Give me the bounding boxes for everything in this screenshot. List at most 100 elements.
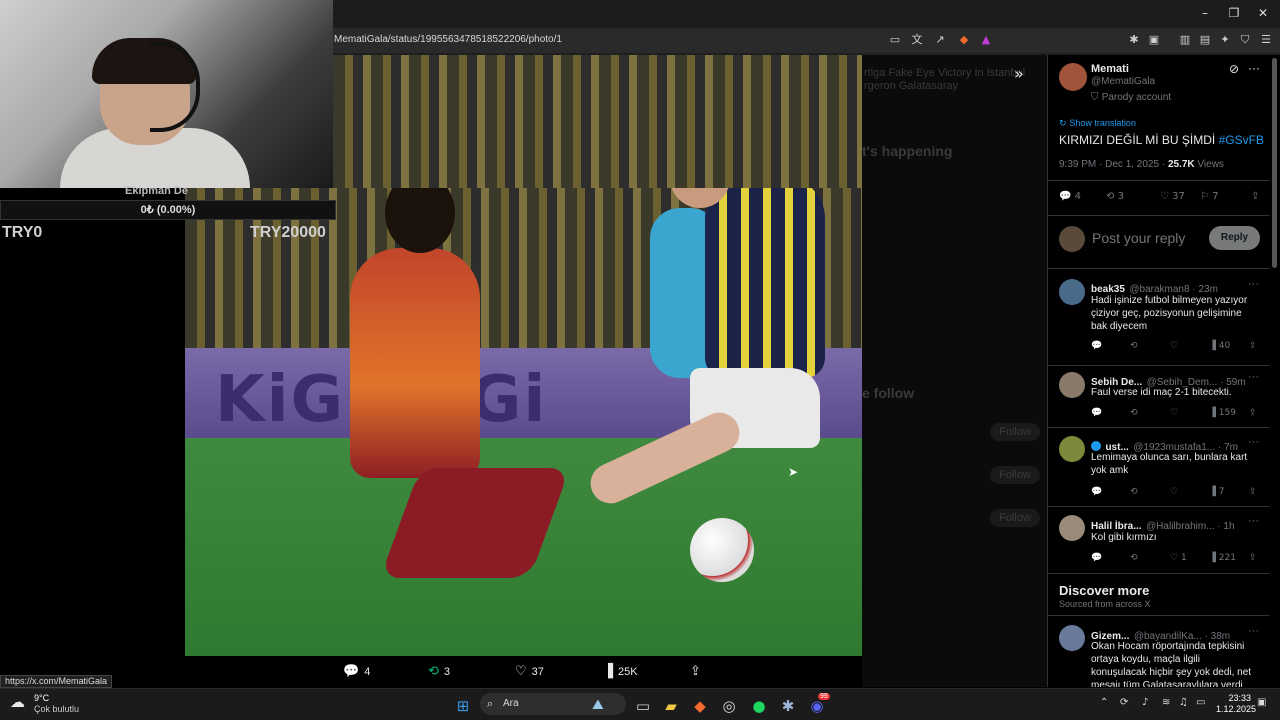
- spotify-icon[interactable]: ●: [749, 696, 769, 716]
- more-options-icon[interactable]: ···: [1248, 278, 1259, 290]
- repost-icon[interactable]: ⟲: [1130, 408, 1138, 418]
- views-button[interactable]: ▐ 7: [1209, 487, 1225, 497]
- reply-icon[interactable]: 💬: [1091, 553, 1102, 563]
- like-button[interactable]: ♡ 1: [1170, 553, 1187, 563]
- tray-app-icon[interactable]: ⟳: [1120, 697, 1128, 708]
- weather-icon[interactable]: ☁: [10, 693, 25, 711]
- more-options-icon[interactable]: ···: [1248, 61, 1260, 75]
- views-button[interactable]: ▐ 221: [1209, 553, 1236, 563]
- reply-button[interactable]: Reply: [1209, 226, 1260, 250]
- app-icon[interactable]: ✱: [778, 696, 798, 716]
- cast-icon[interactable]: ▭: [887, 32, 903, 48]
- file-explorer-icon[interactable]: ▰: [661, 696, 681, 716]
- repost-button[interactable]: ⟲ 3: [1106, 191, 1124, 202]
- brave-rewards-icon[interactable]: ▲: [978, 32, 994, 48]
- more-options-icon[interactable]: ···: [1248, 436, 1259, 448]
- repost-icon[interactable]: ⟲: [1130, 553, 1138, 563]
- author-name[interactable]: Memati: [1091, 63, 1129, 75]
- steam-icon[interactable]: ◎: [719, 696, 739, 716]
- avatar[interactable]: [1059, 372, 1085, 398]
- more-options-icon[interactable]: ···: [1248, 625, 1259, 637]
- wifi-icon[interactable]: ≋: [1162, 697, 1170, 708]
- list-item[interactable]: ust... @1923mustafa1... · 7m ··· Lemimay…: [1048, 428, 1269, 503]
- more-options-icon[interactable]: ···: [1248, 515, 1259, 527]
- weather-temp[interactable]: 9°C: [34, 693, 49, 703]
- collapse-panel-icon[interactable]: »: [1014, 64, 1024, 83]
- heart-icon[interactable]: ♡: [1170, 341, 1178, 351]
- wallet-icon[interactable]: ▤: [1197, 32, 1213, 48]
- task-view-icon[interactable]: ▭: [633, 696, 653, 716]
- url-text[interactable]: MematiGala/status/1995563478518522206/ph…: [334, 34, 562, 45]
- reply-input[interactable]: Post your reply: [1092, 230, 1185, 246]
- minimize-icon[interactable]: –: [1195, 5, 1215, 21]
- photo-views-count: 25K: [618, 666, 638, 678]
- tab-manager-icon[interactable]: ▣: [1146, 32, 1162, 48]
- repost-icon[interactable]: ⟲: [1130, 487, 1138, 497]
- maximize-icon[interactable]: ❐: [1224, 5, 1244, 21]
- ai-icon[interactable]: ✦: [1217, 32, 1233, 48]
- avatar[interactable]: [1059, 515, 1085, 541]
- views-button[interactable]: ▐ 159: [1209, 408, 1236, 418]
- photo-views-button[interactable]: ▐ 25K: [603, 664, 638, 679]
- vpn-icon[interactable]: ⛉: [1237, 32, 1253, 48]
- hashtag-link[interactable]: #GSvFB: [1219, 133, 1264, 147]
- avatar[interactable]: [1059, 625, 1085, 651]
- photo-repost-button[interactable]: ⟲ 3: [428, 664, 450, 679]
- more-options-icon[interactable]: ···: [1248, 371, 1259, 383]
- share-icon[interactable]: ↗: [932, 32, 948, 48]
- extensions-icon[interactable]: ✱: [1126, 32, 1142, 48]
- reply-text: Hadi işinize futbol bilmeyen yazıyor çiz…: [1091, 295, 1248, 332]
- microphone-icon[interactable]: ♪: [1142, 697, 1148, 708]
- list-item[interactable]: Halil İbra... @Halilbrahim... · 1h ··· K…: [1048, 507, 1269, 567]
- share-icon[interactable]: ⇪: [1249, 487, 1257, 497]
- heart-icon[interactable]: ♡: [1170, 487, 1178, 497]
- list-item[interactable]: Sebih De... @Sebih_Dem... · 59m ··· Faul…: [1048, 366, 1269, 426]
- sidebar-icon[interactable]: ▥: [1177, 32, 1193, 48]
- photo-reply-button[interactable]: 💬 4: [343, 664, 370, 679]
- volume-icon[interactable]: ♫: [1179, 697, 1188, 708]
- bookmark-button[interactable]: ⚐ 7: [1200, 191, 1219, 202]
- author-handle[interactable]: @MematiGala: [1091, 76, 1155, 87]
- grok-icon[interactable]: ⊘: [1229, 62, 1239, 76]
- heart-icon[interactable]: ♡: [1170, 408, 1178, 418]
- share-icon[interactable]: ⇪: [1249, 553, 1257, 563]
- notification-icon[interactable]: ▣: [1257, 697, 1266, 708]
- battery-icon[interactable]: ▭: [1196, 697, 1205, 708]
- repost-icon[interactable]: ⟲: [1130, 341, 1138, 351]
- avatar[interactable]: [1059, 63, 1087, 91]
- close-icon[interactable]: ✕: [1253, 5, 1273, 21]
- taskbar-search[interactable]: [480, 693, 626, 715]
- views-button[interactable]: ▐ 40: [1209, 341, 1230, 351]
- photo-like-button[interactable]: ♡ 37: [515, 664, 544, 679]
- list-item[interactable]: Gizem... @bayandilKa... · 38m ··· Okan H…: [1048, 616, 1269, 687]
- clock-time[interactable]: 23:33: [1225, 693, 1251, 703]
- reply-icon[interactable]: 💬: [1091, 487, 1102, 497]
- reply-text: Kol gibi kırmızı: [1091, 532, 1157, 543]
- clock-date[interactable]: 1.12.2025: [1216, 704, 1256, 714]
- avatar[interactable]: [1059, 279, 1085, 305]
- reply-icon[interactable]: 💬: [1091, 341, 1102, 351]
- tweet-time[interactable]: 9:39 PM · Dec 1, 2025 ·: [1059, 159, 1168, 170]
- reply-button[interactable]: 💬 4: [1059, 191, 1081, 202]
- tweet-photo[interactable]: KiGi KiGi ➤: [185, 188, 862, 656]
- tray-chevron-icon[interactable]: ⌃: [1100, 697, 1108, 708]
- reply-icon[interactable]: 💬: [1091, 408, 1102, 418]
- like-button[interactable]: ♡ 37: [1160, 191, 1185, 202]
- dimmed-follow-button: Follow: [990, 466, 1040, 484]
- menu-icon[interactable]: ☰: [1258, 32, 1274, 48]
- list-item[interactable]: beak35 @barakman8 · 23m ··· Hadi işinize…: [1048, 269, 1269, 351]
- brave-shield-icon[interactable]: ◆: [956, 32, 972, 48]
- share-icon[interactable]: ⇪: [1249, 341, 1257, 351]
- weather-desc[interactable]: Çok bulutlu: [34, 704, 79, 714]
- avatar[interactable]: [1059, 436, 1085, 462]
- repost-count: 3: [1117, 191, 1124, 202]
- scrollbar-thumb[interactable]: [1272, 58, 1277, 268]
- show-translation-label: Show translation: [1069, 118, 1136, 128]
- brave-browser-icon[interactable]: ◆: [690, 696, 710, 716]
- windows-start-icon[interactable]: ⊞: [453, 696, 473, 716]
- show-translation-link[interactable]: ↻ Show translation: [1059, 118, 1136, 129]
- translate-icon[interactable]: 文: [909, 32, 925, 48]
- share-button[interactable]: ⇪: [1251, 191, 1259, 202]
- photo-share-button[interactable]: ⇪: [690, 664, 706, 679]
- share-icon[interactable]: ⇪: [1249, 408, 1257, 418]
